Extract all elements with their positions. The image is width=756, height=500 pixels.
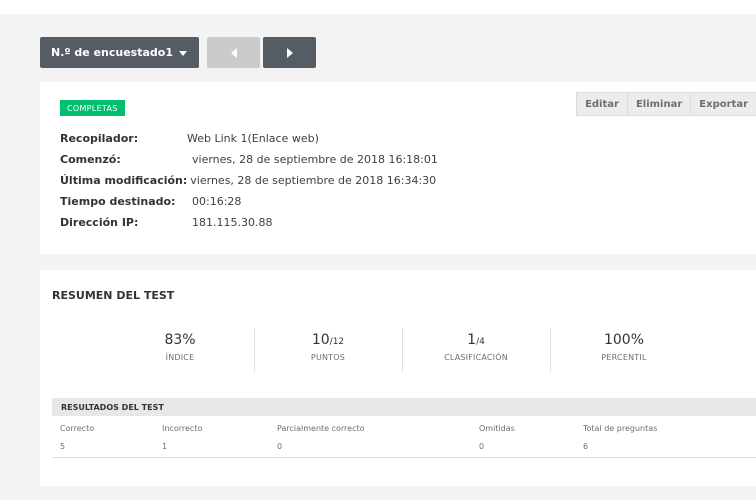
col-total-header: Total de preguntas — [583, 424, 658, 433]
respondent-dropdown-label: N.º de encuestado1 — [51, 46, 173, 59]
response-actions: Editar Eliminar Exportar — [576, 92, 756, 116]
ip-row: Dirección IP: 181.115.30.88 — [60, 216, 272, 229]
col-incorrect-value: 1 — [162, 442, 168, 451]
stat-ranking-number: 1 — [467, 332, 477, 348]
time-spent-label: Tiempo destinado: — [60, 195, 176, 208]
stat-ranking-label: CLASIFICACIÓN — [444, 353, 508, 362]
col-skipped-header: Omitidas — [479, 424, 515, 433]
response-page: N.º de encuestado1 Editar Eliminar Expor… — [0, 0, 756, 500]
col-partial-header: Parcialmente correcto — [277, 424, 365, 433]
stat-index: 83% ÍNDICE — [105, 332, 255, 362]
top-bar — [0, 0, 756, 14]
col-incorrect-header: Incorrecto — [162, 424, 203, 433]
status-badge: COMPLETAS — [60, 100, 125, 116]
stat-points-of: /12 — [329, 337, 345, 347]
time-spent-value: 00:16:28 — [192, 195, 242, 208]
col-total-value: 6 — [583, 442, 589, 451]
modified-label: Última modificación: — [60, 174, 188, 187]
collector-row: Recopilador: Web Link 1(Enlace web) — [60, 132, 319, 145]
export-button[interactable]: Exportar — [691, 93, 756, 115]
stat-points-number: 10 — [311, 332, 330, 348]
results-divider — [52, 457, 756, 458]
modified-value: viernes, 28 de septiembre de 2018 16:34:… — [190, 174, 437, 187]
stat-percentile: 100% PERCENTIL — [549, 332, 699, 362]
collector-value: Web Link 1(Enlace web) — [187, 132, 319, 145]
arrow-right-icon — [286, 47, 293, 58]
col-skipped-value: 0 — [479, 442, 485, 451]
modified-row: Última modificación: viernes, 28 de sept… — [60, 174, 436, 187]
col-correct-value: 5 — [60, 442, 66, 451]
edit-button[interactable]: Editar — [577, 93, 628, 115]
started-value: viernes, 28 de septiembre de 2018 16:18:… — [192, 153, 438, 166]
started-row: Comenzó: viernes, 28 de septiembre de 20… — [60, 153, 438, 166]
started-label: Comenzó: — [60, 153, 121, 166]
stat-index-label: ÍNDICE — [165, 353, 195, 362]
stat-ranking-value: 1/4 — [401, 332, 551, 350]
caret-down-icon — [179, 50, 187, 56]
stat-index-number: 83% — [164, 332, 196, 348]
test-summary-card: RESUMEN DEL TEST 83% ÍNDICE 10/12 PUNTOS… — [40, 270, 756, 486]
time-spent-row: Tiempo destinado: 00:16:28 — [60, 195, 241, 208]
stat-points-label: PUNTOS — [310, 353, 346, 362]
col-correct-header: Correcto — [60, 424, 95, 433]
delete-button[interactable]: Eliminar — [628, 93, 692, 115]
stat-ranking-of: /4 — [476, 337, 485, 347]
stat-percentile-label: PERCENTIL — [601, 353, 647, 362]
previous-response-button[interactable] — [207, 37, 260, 68]
arrow-left-icon — [230, 47, 237, 58]
collector-label: Recopilador: — [60, 132, 139, 145]
stat-points-value: 10/12 — [253, 332, 403, 350]
response-info-card: Editar Eliminar Exportar COMPLETAS Recop… — [40, 82, 756, 254]
respondent-dropdown[interactable]: N.º de encuestado1 — [40, 37, 199, 68]
stat-ranking: 1/4 CLASIFICACIÓN — [401, 332, 551, 362]
ip-value: 181.115.30.88 — [192, 216, 273, 229]
stat-points: 10/12 PUNTOS — [253, 332, 403, 362]
ip-label: Dirección IP: — [60, 216, 139, 229]
summary-title: RESUMEN DEL TEST — [52, 289, 175, 302]
stat-percentile-number: 100% — [603, 332, 645, 348]
stat-percentile-value: 100% — [549, 332, 699, 350]
col-partial-value: 0 — [277, 442, 283, 451]
results-header: RESULTADOS DEL TEST — [52, 398, 756, 416]
next-response-button[interactable] — [263, 37, 316, 68]
stat-index-value: 83% — [105, 332, 255, 350]
